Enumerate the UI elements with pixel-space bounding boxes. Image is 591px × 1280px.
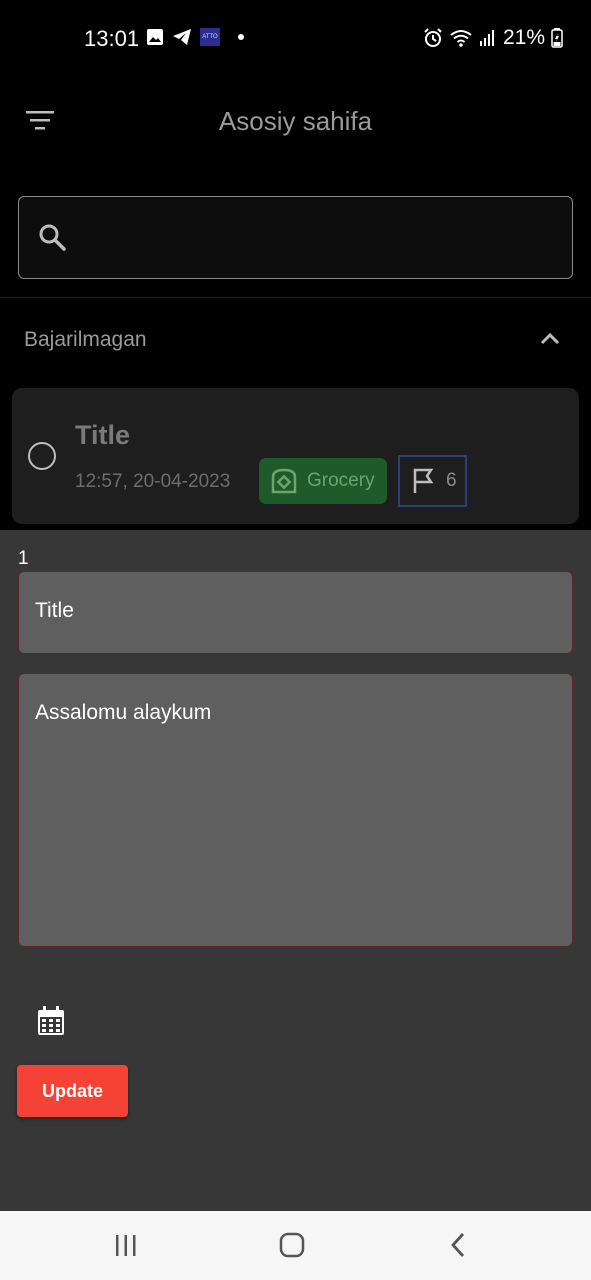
bread-icon (271, 468, 297, 494)
app-bar: Asosiy sahifa (0, 80, 591, 164)
priority-value: 6 (446, 470, 457, 491)
task-complete-radio[interactable] (28, 442, 56, 470)
battery-percent: 21% (502, 26, 545, 49)
task-card[interactable]: Title 12:57, 20-04-2023 Grocery 6 (12, 388, 579, 524)
task-title: Title (75, 420, 131, 450)
signal-icon (479, 30, 494, 46)
date-picker-button[interactable] (36, 1005, 70, 1039)
telegram-icon (173, 29, 191, 45)
atto-label: ATTO (202, 34, 218, 40)
calendar-icon (38, 1006, 64, 1035)
section-header-incomplete[interactable]: Bajarilmagan (0, 300, 591, 380)
notification-dot (238, 34, 244, 40)
task-datetime: 12:57, 20-04-2023 (75, 471, 231, 492)
description-field[interactable]: Assalomu alaykum (18, 673, 573, 947)
search-icon (39, 224, 66, 251)
system-nav-bar (0, 1211, 591, 1280)
alarm-icon (424, 28, 442, 47)
status-right-icons: 21% (423, 26, 563, 50)
atto-icon: ATTO (200, 28, 220, 46)
status-bar: 13:01 ATTO 21% (0, 0, 591, 78)
back-icon[interactable] (448, 1232, 468, 1258)
image-icon (147, 29, 163, 45)
chevron-up-icon[interactable] (539, 330, 561, 346)
category-label: Grocery (307, 470, 375, 491)
priority-badge: 6 (398, 455, 467, 507)
status-left-icons: ATTO (146, 28, 244, 46)
title-field-value: Title (35, 599, 74, 622)
status-time: 13:01 (84, 26, 140, 51)
category-chip: Grocery (259, 458, 387, 504)
title-field[interactable]: Title (18, 571, 573, 654)
edit-bottom-sheet: 1 Title Assalomu alaykum Update (0, 530, 591, 1211)
description-field-value: Assalomu alaykum (35, 701, 212, 724)
update-button[interactable]: Update (17, 1065, 128, 1117)
divider (0, 297, 591, 298)
home-icon[interactable] (279, 1232, 305, 1258)
search-input[interactable] (18, 196, 573, 279)
task-index: 1 (18, 548, 29, 569)
recent-apps-icon[interactable] (112, 1233, 140, 1259)
section-label: Bajarilmagan (24, 328, 147, 351)
battery-icon (551, 28, 563, 48)
wifi-icon (450, 30, 472, 47)
flag-icon (413, 468, 434, 493)
page-title: Asosiy sahifa (218, 106, 373, 136)
